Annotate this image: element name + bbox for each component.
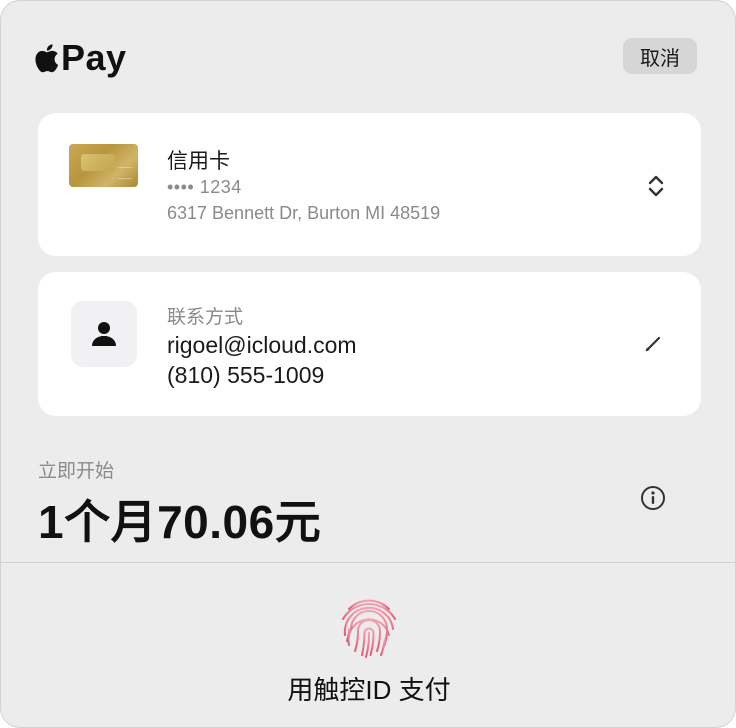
contact-email: rigoel@icloud.com xyxy=(167,332,357,358)
avatar xyxy=(71,301,137,367)
credit-card-icon xyxy=(69,144,138,187)
fingerprint-icon[interactable] xyxy=(335,595,403,663)
billing-address: 6317 Bennett Dr, Burton MI 48519 xyxy=(167,203,441,223)
chevron-up-down-icon[interactable] xyxy=(647,173,665,199)
apple-logo-icon xyxy=(35,44,59,73)
contact-section-label: 联系方式 xyxy=(167,307,244,328)
footer-divider xyxy=(1,562,735,563)
contact-card[interactable]: 联系方式 rigoel@icloud.com (810) 555-1009 xyxy=(38,272,701,416)
pencil-icon[interactable] xyxy=(643,334,663,354)
pay-brand-text: Pay xyxy=(61,37,127,78)
billing-start-label: 立即开始 xyxy=(38,461,115,482)
touchid-pay-label: 用触控ID 支付 xyxy=(287,675,451,705)
contact-phone: (810) 555-1009 xyxy=(167,362,325,388)
apple-pay-sheet: Pay 取消 信用卡 •••• 1234 6317 Bennett Dr, Bu… xyxy=(0,0,736,728)
card-number: •••• 1234 xyxy=(167,177,242,197)
apple-pay-header: Pay xyxy=(33,37,127,79)
info-icon[interactable] xyxy=(639,484,667,512)
payment-method-title: 信用卡 xyxy=(167,150,230,173)
person-icon xyxy=(92,322,116,346)
price-amount: 1个月70.06元 xyxy=(38,496,322,548)
cancel-button[interactable]: 取消 xyxy=(623,38,697,74)
payment-method-card[interactable]: 信用卡 •••• 1234 6317 Bennett Dr, Burton MI… xyxy=(38,113,701,256)
